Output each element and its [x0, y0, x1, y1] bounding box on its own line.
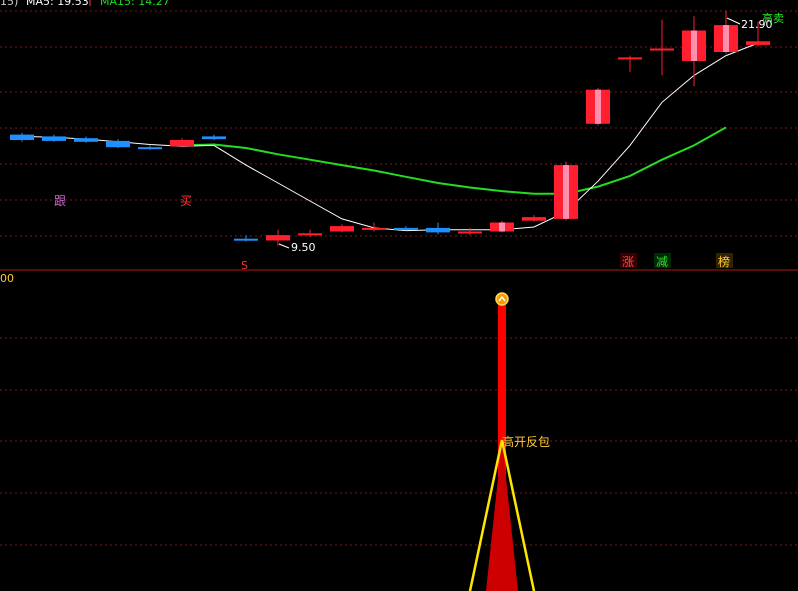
candle-down [202, 136, 226, 140]
header-partial-label: 15) [0, 0, 18, 8]
stock-chart: 15) MA5: 19.53 MA15: 14.27 21.90 9.50 高卖… [0, 0, 798, 591]
marker-follow: 跟 [54, 194, 66, 208]
signal-dot [495, 292, 509, 306]
candle-up [746, 41, 770, 45]
candle-down [106, 140, 130, 148]
candle-down [426, 227, 450, 233]
candle-up [362, 227, 386, 230]
ma5-legend: MA5: 19.53 [26, 0, 89, 8]
candle-highlight [595, 89, 601, 124]
candle-highlight [723, 25, 729, 52]
candle-up [266, 235, 290, 241]
low-price-label: 9.50 [291, 241, 316, 254]
candle-down [42, 136, 66, 141]
candle-down [394, 227, 418, 230]
candle-up [170, 140, 194, 147]
marker-list: 榜 [718, 254, 730, 269]
candle-up [330, 226, 354, 232]
candle-down [10, 134, 34, 140]
candle-up [522, 217, 546, 221]
ma15-legend: MA15: 14.27 [100, 0, 170, 8]
candle-up [298, 233, 322, 236]
candle-up [650, 48, 674, 51]
candle-down [74, 138, 98, 142]
indicator-top-value: 00 [0, 272, 14, 285]
candle-up [618, 57, 642, 60]
candle-highlight [563, 165, 569, 219]
candle-highlight [691, 30, 697, 61]
candle-up [458, 231, 482, 234]
candle-down [234, 238, 258, 241]
marker-reduce: 减 [656, 255, 668, 269]
marker-buy: 买 [180, 194, 192, 208]
signal-label: 高开反包 [502, 434, 550, 449]
candle-highlight [499, 222, 505, 232]
corner-signal-label: 高卖 [762, 11, 784, 25]
candle-down [138, 147, 162, 150]
marker-rise: 涨 [622, 254, 634, 269]
